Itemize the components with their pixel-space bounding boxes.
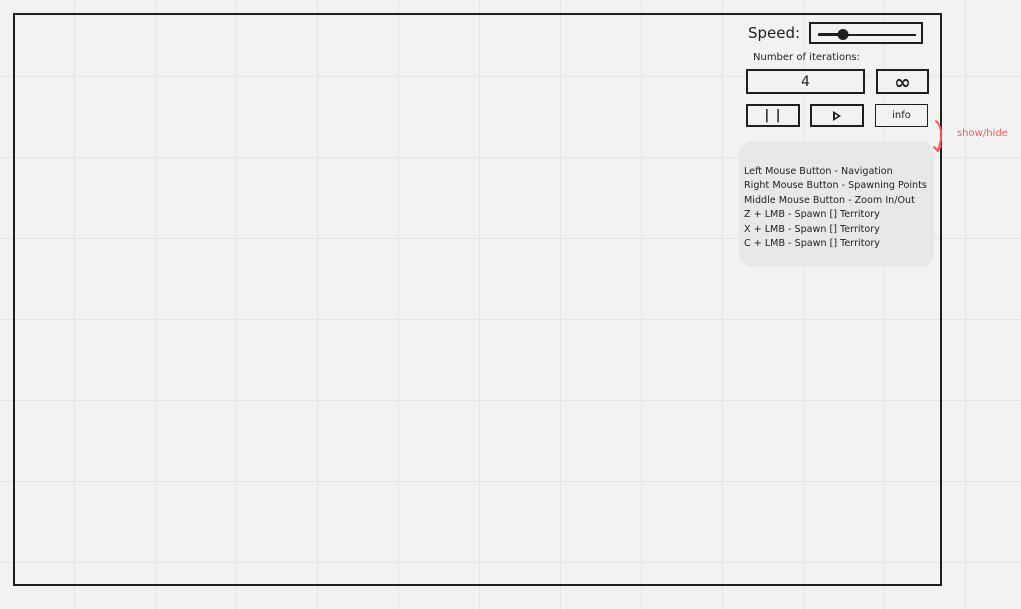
infinity-icon: ∞ [894,69,911,94]
play-icon [833,110,841,121]
pause-button[interactable]: | | [746,104,800,127]
speed-label: Speed: [748,24,801,42]
info-line: Z + LMB - Spawn [] Territory [744,209,880,221]
iterations-input[interactable]: 4 [746,69,865,94]
play-button[interactable] [810,104,864,127]
info-line: C + LMB - Spawn [] Territory [744,238,880,250]
speed-slider[interactable] [809,22,923,44]
info-line: Left Mouse Button - Navigation [744,166,893,177]
iterations-label: Number of iterations: [753,52,860,63]
show-hide-note: show/hide [957,128,1008,139]
slider-thumb[interactable] [837,29,848,40]
pause-icon: | | [764,108,782,123]
info-button[interactable]: info [875,104,928,127]
info-line: Middle Mouse Button - Zoom In/Out [744,194,915,206]
info-panel: Left Mouse Button - Navigation Right Mou… [739,141,934,267]
info-line: X + LMB - Spawn [] Territory [744,223,880,235]
canvas-frame[interactable] [13,13,942,586]
infinite-iterations-button[interactable]: ∞ [876,69,929,94]
info-line: Right Mouse Button - Spawning Points [744,180,927,192]
